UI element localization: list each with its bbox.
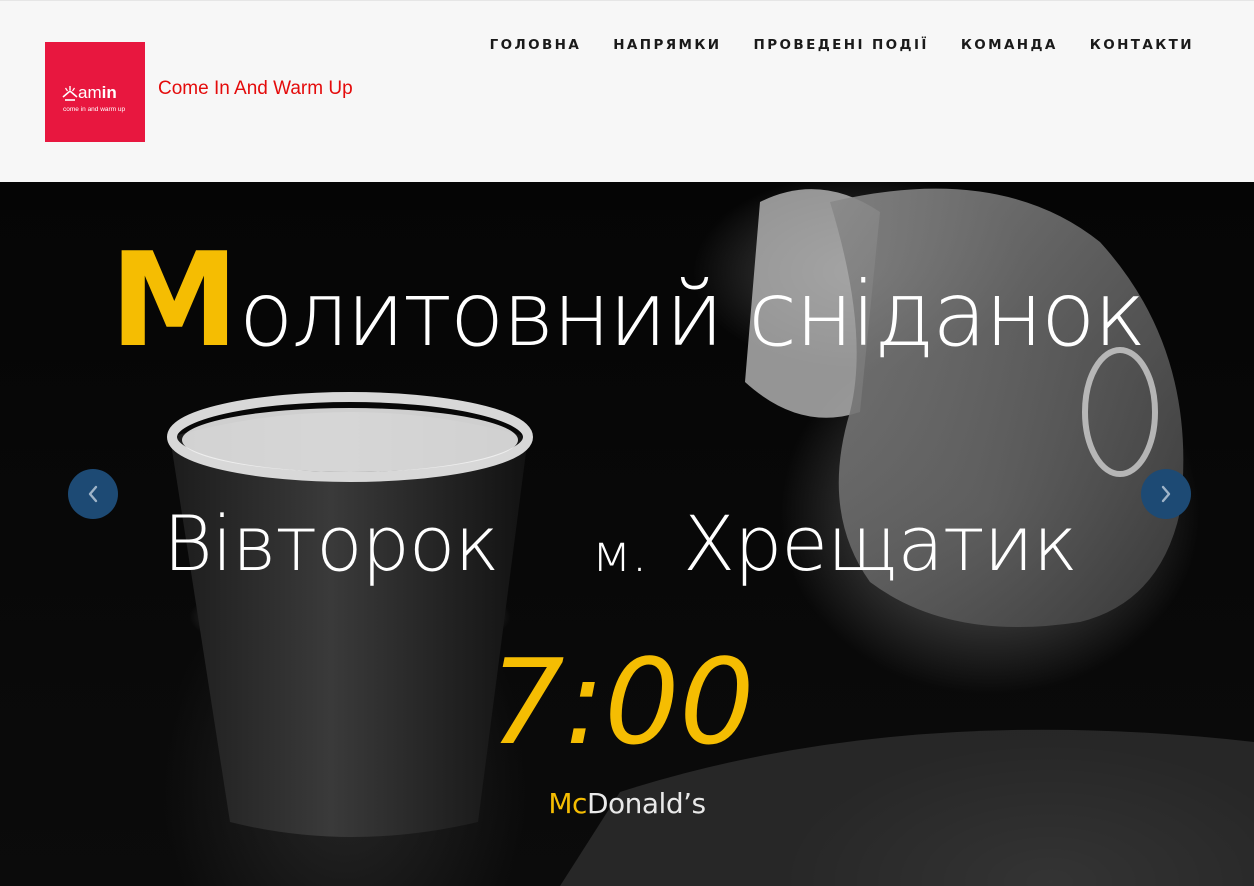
nav-item-contacts[interactable]: КОНТАКТИ <box>1090 37 1194 53</box>
site-logo[interactable]: amin come in and warm up <box>45 42 145 142</box>
nav-item-past-events[interactable]: ПРОВЕДЕНІ ПОДІЇ <box>754 37 929 53</box>
logo-mark-suffix: in <box>101 83 117 102</box>
location-name: Хрещатик <box>683 499 1078 588</box>
logo-tagline: come in and warm up <box>63 106 126 113</box>
sun-icon <box>62 83 78 103</box>
event-venue: McDonald’s <box>0 786 1254 822</box>
slider-prev-button[interactable] <box>68 469 118 519</box>
main-nav: ГОЛОВНА НАПРЯМКИ ПРОВЕДЕНІ ПОДІЇ КОМАНДА… <box>490 37 1194 53</box>
hero-slider: Молитовний сніданок Вівторок м. Хрещатик… <box>0 182 1254 886</box>
hero-title: Молитовний сніданок <box>0 230 1254 384</box>
location-prefix: м. <box>592 524 648 584</box>
hero-title-initial: М <box>109 224 240 376</box>
logo-mark: amin <box>62 83 132 103</box>
nav-item-directions[interactable]: НАПРЯМКИ <box>613 37 721 53</box>
hero-subtitle: Вівторок м. Хрещатик <box>0 494 1254 594</box>
venue-rest: Donald’s <box>586 787 706 820</box>
logo-mark-prefix: am <box>78 83 102 102</box>
event-time: 7:00 <box>489 633 755 771</box>
chevron-right-icon <box>1161 485 1171 503</box>
slider-next-button[interactable] <box>1141 469 1191 519</box>
venue-initial: Mc <box>548 787 587 820</box>
site-header: amin come in and warm up Come In And War… <box>0 0 1254 182</box>
nav-item-home[interactable]: ГОЛОВНА <box>490 37 582 53</box>
hero-title-rest: олитовний сніданок <box>239 262 1146 366</box>
nav-item-team[interactable]: КОМАНДА <box>961 37 1058 53</box>
chevron-left-icon <box>88 485 98 503</box>
site-title[interactable]: Come In And Warm Up <box>158 78 353 100</box>
event-day: Вівторок <box>163 499 499 588</box>
